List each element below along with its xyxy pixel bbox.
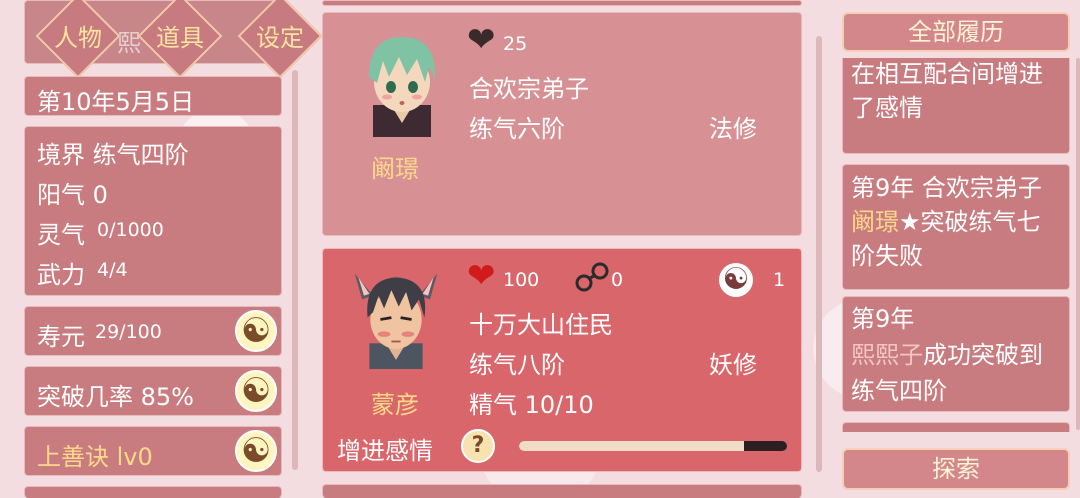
explore-button[interactable]: 探索 — [842, 448, 1070, 490]
history-entry-3-highlight: 熙熙子 — [851, 341, 923, 369]
spirit-label: 灵气 — [37, 221, 85, 249]
character-2-heart-icon: ❤ — [467, 256, 496, 296]
stats-panel: 境界 练气四阶 阳气 0 灵气 0/1000 武力 4/4 — [24, 126, 282, 296]
all-history-label: 全部履历 — [908, 18, 1004, 46]
history-entry-edge — [842, 422, 1070, 432]
yang-text: 阳气 0 — [37, 181, 108, 209]
character-2-yinyang-icon: ☯ — [719, 263, 753, 297]
next-card-edge — [322, 484, 802, 498]
lifespan-yinyang-icon[interactable]: ☯ — [235, 310, 277, 352]
lifespan-value: 29/100 — [95, 321, 162, 343]
force-label: 武力 — [37, 261, 85, 289]
history-entry-2-highlight: 阚璟 — [851, 208, 899, 236]
character-1-sect: 合欢宗弟子 — [469, 75, 589, 103]
history-list: 在相互配合间增进了感情 第9年 合欢宗弟子阚璟★突破练气七阶失败 第9年 熙熙子成… — [842, 58, 1070, 432]
character-1-name: 阚璟 — [371, 155, 419, 183]
character-1-heart-icon: ❤ — [467, 20, 496, 60]
character-2-portrait — [354, 273, 438, 369]
realm-text: 境界 练气四阶 — [37, 141, 189, 169]
tab-character-label: 人物 — [54, 24, 102, 52]
explore-label: 探索 — [932, 455, 980, 483]
skill-yinyang-icon[interactable]: ☯ — [235, 430, 277, 472]
breakthrough-label: 突破几率 85% — [37, 383, 194, 411]
character-2-name: 蒙彦 — [371, 391, 419, 419]
tab-items-label: 道具 — [156, 24, 204, 52]
force-value: 4/4 — [97, 259, 128, 281]
character-1-hearts: 25 — [503, 33, 528, 55]
character-2-level: 练气八阶 — [469, 351, 565, 379]
character-2-class: 妖修 — [709, 351, 757, 379]
tab-settings-label: 设定 — [256, 24, 304, 52]
character-1-class: 法修 — [709, 115, 757, 143]
character-2-action-label: 增进感情 — [337, 437, 433, 465]
breakthrough-panel: 突破几率 85% ☯ — [24, 366, 282, 416]
left-scrollbar[interactable] — [292, 70, 298, 470]
spirit-value: 0/1000 — [97, 219, 164, 241]
right-scrollbar[interactable] — [1076, 58, 1080, 430]
skill-panel: 上善诀 lv0 ☯ — [24, 426, 282, 476]
character-2-yinyang-count: 1 — [773, 269, 786, 291]
affection-progress-bar[interactable] — [519, 441, 787, 451]
history-entry: 第9年 合欢宗弟子阚璟★突破练气七阶失败 — [842, 164, 1070, 290]
breakthrough-yinyang-icon[interactable]: ☯ — [235, 370, 277, 412]
top-clip-panel — [322, 0, 802, 6]
shackles-icon — [575, 262, 609, 292]
history-entry-1-text: 在相互配合间增进了感情 — [851, 60, 1043, 122]
character-card-1[interactable]: 阚璟 ❤ 25 合欢宗弟子 练气六阶 法修 — [322, 12, 802, 236]
next-skill-panel-edge — [24, 486, 282, 498]
tab-character[interactable]: 人物 — [35, 0, 121, 79]
middle-scrollbar[interactable] — [816, 36, 822, 472]
history-entry: 在相互配合间增进了感情 — [842, 58, 1070, 154]
character-1-level: 练气六阶 — [469, 115, 565, 143]
tab-settings[interactable]: 设定 — [237, 0, 323, 79]
character-2-shackles: 0 — [611, 269, 624, 291]
skill-label: 上善诀 lv0 — [37, 443, 153, 471]
character-2-origin: 十万大山住民 — [469, 311, 613, 339]
help-icon[interactable]: ? — [461, 429, 495, 463]
star-icon: ★ — [899, 208, 921, 236]
lifespan-label: 寿元 — [37, 323, 85, 351]
affection-progress-fill — [519, 441, 745, 451]
all-history-button[interactable]: 全部履历 — [842, 12, 1070, 52]
history-entry: 第9年 熙熙子成功突破到练气四阶 — [842, 296, 1070, 412]
date-text: 第10年5月5日 — [37, 88, 195, 116]
character-2-essence: 精气 10/10 — [469, 391, 594, 419]
character-card-2[interactable]: 蒙彦 ❤ 100 0 ☯ 1 十万大山住民 练气八阶 妖修 精气 10/10 增… — [322, 248, 802, 472]
character-2-hearts: 100 — [503, 269, 540, 291]
history-entry-2-text: 第9年 合欢宗弟子阚璟★突破练气七阶失败 — [851, 174, 1042, 270]
tab-items[interactable]: 道具 — [137, 0, 223, 79]
character-1-portrait — [369, 37, 436, 137]
lifespan-panel: 寿元 29/100 ☯ — [24, 306, 282, 356]
date-panel: 第10年5月5日 — [24, 76, 282, 116]
history-entry-3-text: 第9年 熙熙子成功突破到练气四阶 — [851, 305, 1043, 405]
